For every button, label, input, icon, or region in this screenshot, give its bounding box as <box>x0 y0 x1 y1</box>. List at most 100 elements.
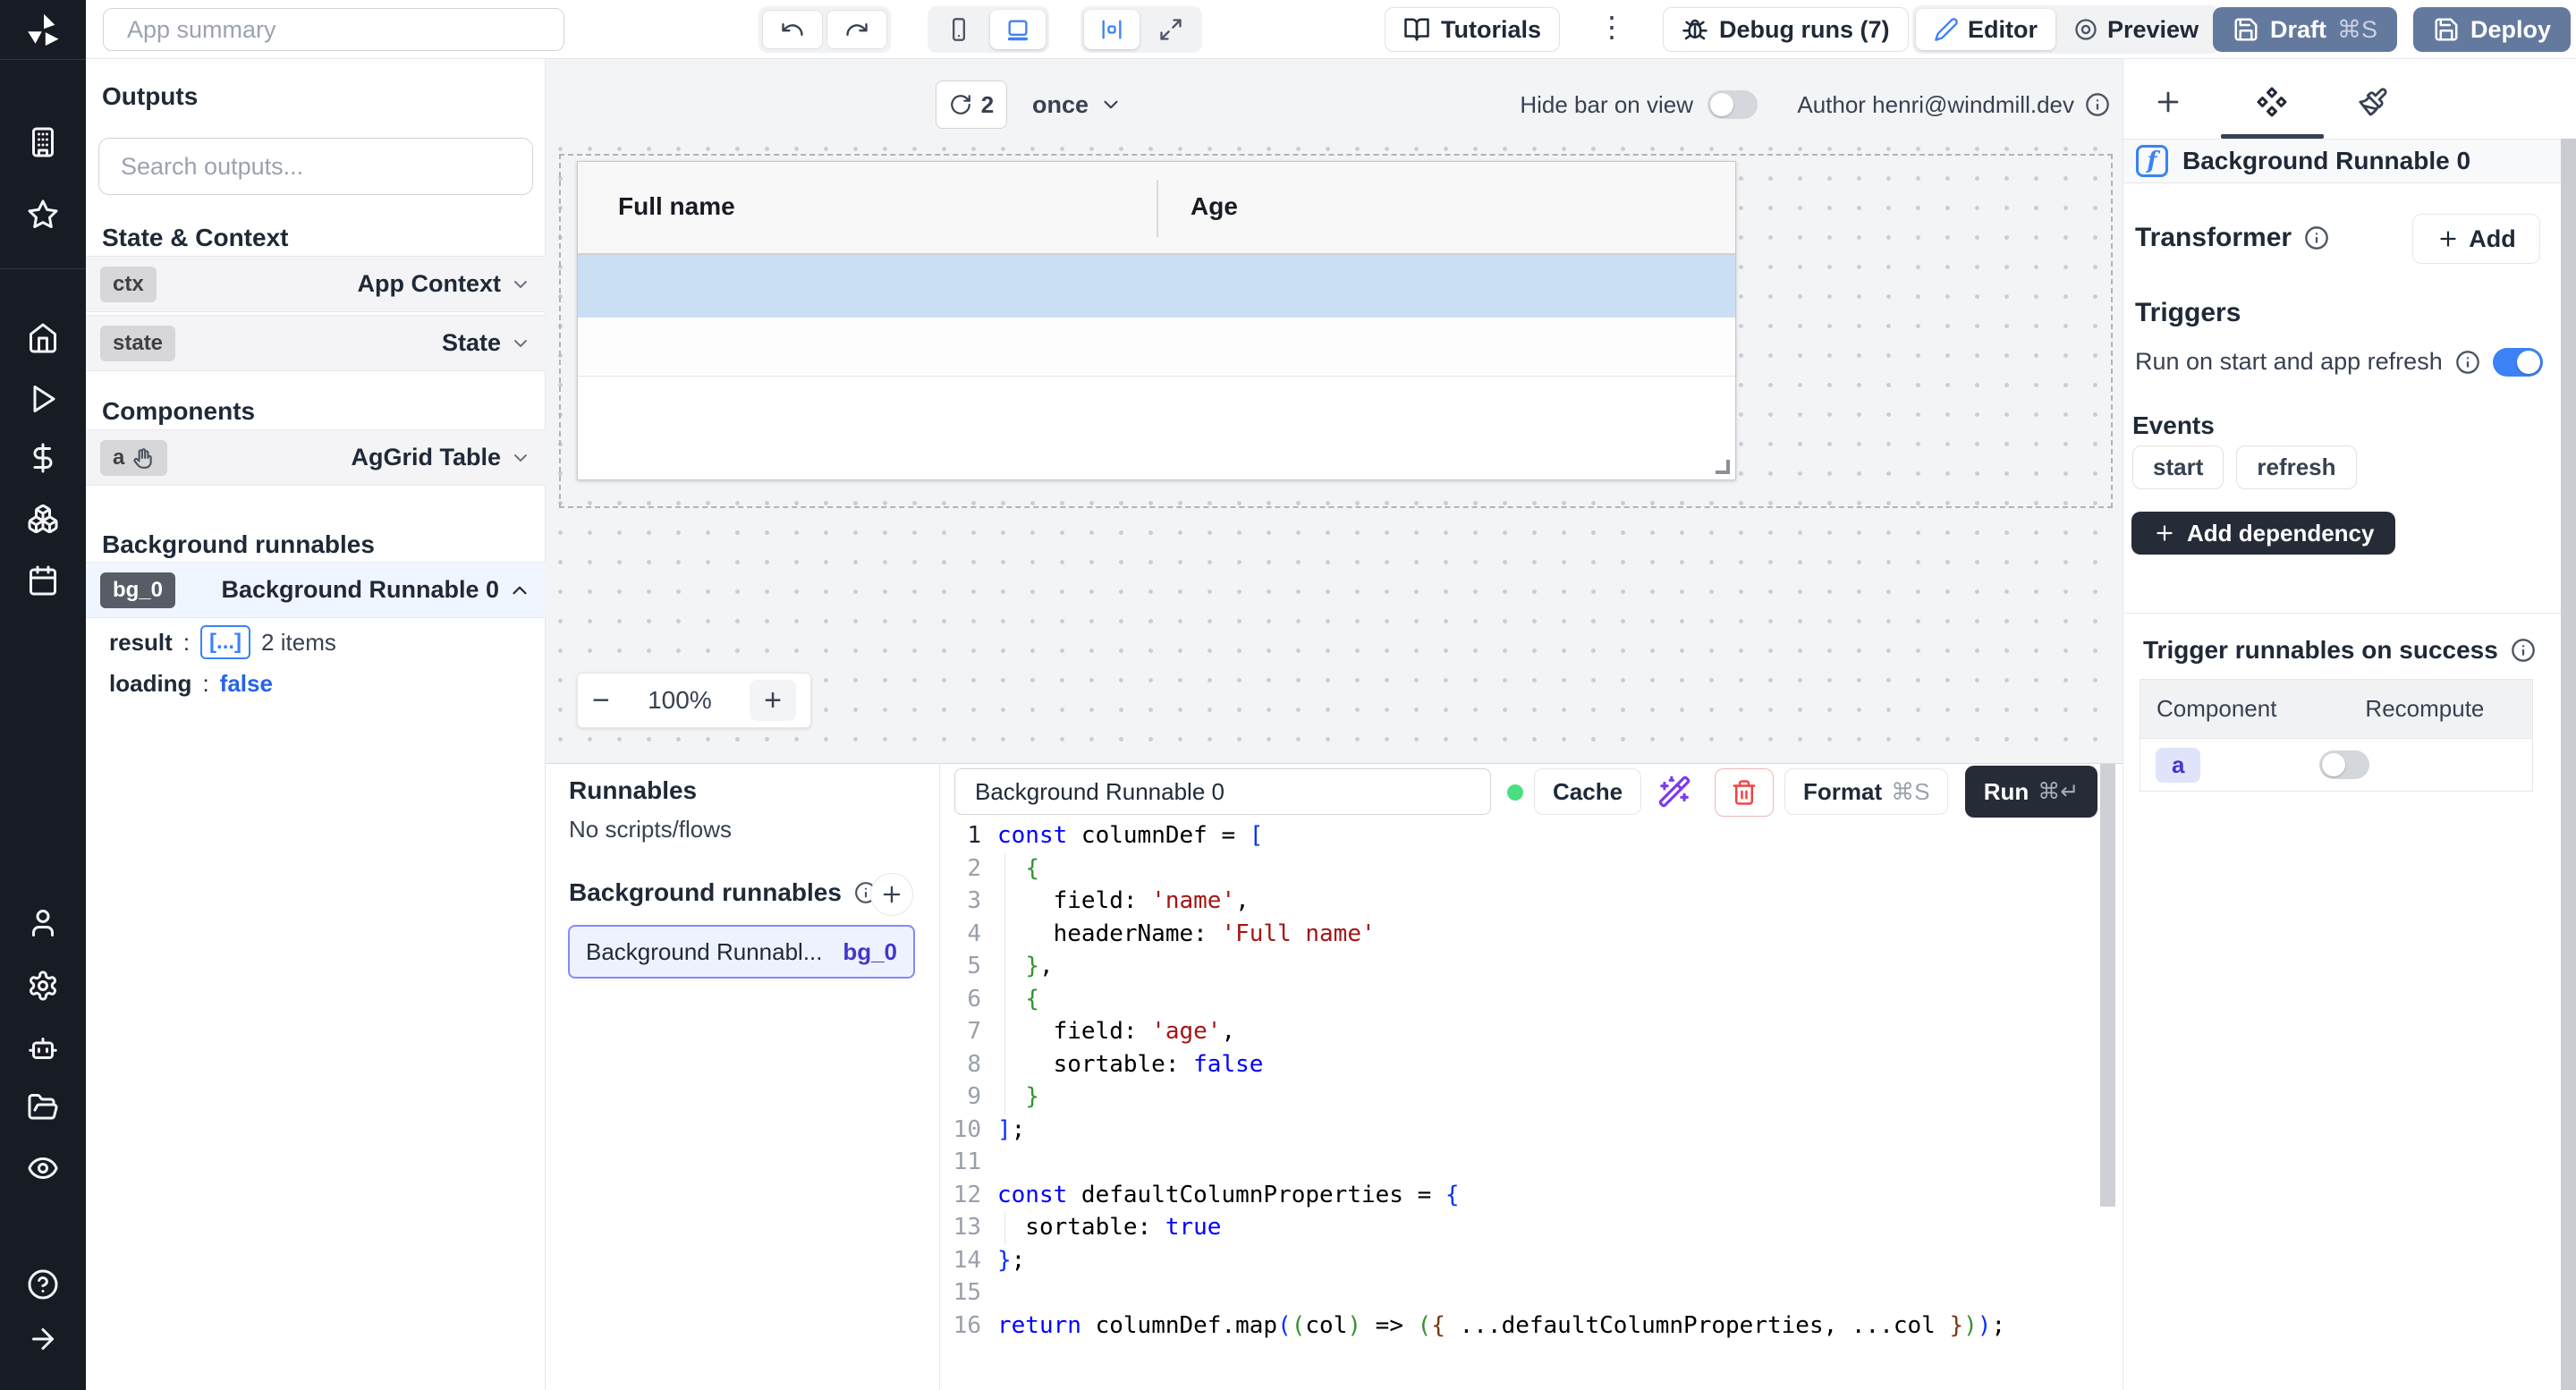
event-chip-refresh[interactable]: refresh <box>2236 445 2356 489</box>
format-button[interactable]: Format ⌘S <box>1784 768 1948 815</box>
output-row-bg0[interactable]: bg_0 Background Runnable 0 <box>86 562 546 618</box>
component-a-chip[interactable]: a <box>2156 748 2200 783</box>
editor-scrollbar[interactable] <box>2100 764 2115 1207</box>
center-align-button[interactable] <box>1084 10 1140 49</box>
sidebar-item-settings[interactable] <box>0 968 86 1004</box>
chevron-down-icon[interactable] <box>510 274 531 295</box>
column-header-fullname[interactable]: Full name <box>618 192 735 221</box>
zoom-out-button[interactable]: − <box>592 683 610 718</box>
code-line[interactable]: 1const columnDef = [ <box>940 819 2097 852</box>
chevron-down-icon[interactable] <box>510 333 531 354</box>
add-transformer-button[interactable]: Add <box>2412 214 2540 264</box>
tutorials-button[interactable]: Tutorials <box>1385 7 1560 52</box>
fullwidth-button[interactable] <box>1143 10 1199 49</box>
run-on-start-toggle[interactable] <box>2493 348 2543 377</box>
code-lines[interactable]: 1const columnDef = [2 {3 field: 'name',4… <box>940 819 2097 1342</box>
sidebar-item-help[interactable] <box>0 1267 86 1302</box>
code-line[interactable]: 11 <box>940 1146 2097 1179</box>
run-button[interactable]: Run ⌘↵ <box>1965 766 2097 818</box>
desktop-view-button[interactable] <box>990 10 1046 49</box>
sidebar-item-home[interactable] <box>0 320 86 356</box>
result-array-badge[interactable]: [...] <box>200 625 250 659</box>
sidebar-item-schedules[interactable] <box>0 563 86 598</box>
bg0-badge: bg_0 <box>100 572 175 608</box>
tab-preview[interactable]: Preview <box>2055 9 2216 50</box>
schedule-dropdown[interactable]: once <box>1032 81 1123 129</box>
sidebar-item-folders[interactable] <box>0 1089 86 1125</box>
code-line[interactable]: 2 { <box>940 852 2097 886</box>
output-row-component-a[interactable]: a AgGrid Table <box>86 429 546 486</box>
sidebar-item-resources[interactable] <box>0 501 86 537</box>
debug-runs-button[interactable]: Debug runs (7) <box>1663 7 1909 52</box>
sidebar-item-audit[interactable] <box>0 1150 86 1186</box>
sidebar-item-users[interactable] <box>0 905 86 941</box>
redo-button[interactable] <box>826 10 887 49</box>
hide-bar-toggle[interactable] <box>1707 90 1758 119</box>
code-line[interactable]: 16return columnDef.map((col) => ({ ...de… <box>940 1309 2097 1343</box>
refresh-count-button[interactable]: 2 <box>936 81 1007 129</box>
code-line[interactable]: 5 }, <box>940 950 2097 983</box>
smartphone-icon <box>946 17 971 42</box>
chevron-down-icon[interactable] <box>510 447 531 469</box>
sidebar-item-ai[interactable] <box>0 1030 86 1066</box>
runnable-name-input[interactable] <box>954 768 1491 815</box>
code-line[interactable]: 3 field: 'name', <box>940 885 2097 918</box>
right-panel-scrollbar[interactable] <box>2561 139 2576 1390</box>
deploy-button[interactable]: Deploy <box>2413 7 2571 52</box>
sidebar-item-favorites[interactable] <box>0 197 86 233</box>
line-number: 15 <box>940 1279 981 1306</box>
cache-button[interactable]: Cache <box>1534 768 1641 815</box>
table-row-selected[interactable] <box>578 255 1735 318</box>
mobile-view-button[interactable] <box>931 10 987 49</box>
code-line[interactable]: 7 field: 'age', <box>940 1015 2097 1048</box>
event-chip-start[interactable]: start <box>2132 445 2224 489</box>
aggrid-table-component[interactable]: Full name Age <box>577 161 1736 480</box>
result-row[interactable]: result : [...] 2 items <box>109 624 336 660</box>
loading-row[interactable]: loading : false <box>109 665 273 701</box>
tab-component-settings[interactable] <box>2247 77 2297 127</box>
output-row-ctx[interactable]: ctx App Context <box>86 256 546 312</box>
code-line[interactable]: 10]; <box>940 1114 2097 1147</box>
add-dependency-button[interactable]: Add dependency <box>2131 512 2395 555</box>
app-canvas[interactable]: 2 once Hide bar on view Author henri@win… <box>546 59 2123 763</box>
background-runnable-list-item[interactable]: Background Runnabl... bg_0 <box>568 925 915 979</box>
windmill-logo-icon[interactable] <box>0 7 86 54</box>
app-summary-input[interactable] <box>103 8 564 51</box>
sidebar-item-workspace[interactable] <box>0 124 86 160</box>
tab-styling[interactable] <box>2348 77 2398 127</box>
code-line[interactable]: 8 sortable: false <box>940 1048 2097 1081</box>
zoom-in-button[interactable]: + <box>750 680 796 721</box>
home-icon <box>27 322 59 354</box>
recompute-toggle[interactable] <box>2319 750 2369 779</box>
info-icon[interactable] <box>2304 225 2329 250</box>
tab-editor[interactable]: Editor <box>1916 9 2055 50</box>
code-line[interactable]: 12const defaultColumnProperties = { <box>940 1179 2097 1212</box>
column-divider[interactable] <box>1157 180 1158 237</box>
resize-handle[interactable] <box>1716 460 1730 474</box>
tab-add-component[interactable] <box>2143 77 2193 127</box>
code-line[interactable]: 4 headerName: 'Full name' <box>940 918 2097 951</box>
sidebar-collapse-button[interactable] <box>0 1321 86 1357</box>
add-background-runnable-button[interactable] <box>870 873 913 916</box>
undo-button[interactable] <box>762 10 823 49</box>
info-icon[interactable] <box>2085 92 2110 117</box>
info-icon[interactable] <box>2511 638 2536 663</box>
chevron-up-icon[interactable] <box>508 579 531 602</box>
code-line[interactable]: 15 <box>940 1276 2097 1309</box>
output-row-state[interactable]: state State <box>86 315 546 371</box>
column-header-age[interactable]: Age <box>1191 192 1238 221</box>
table-row[interactable] <box>578 318 1735 377</box>
sidebar-item-variables[interactable] <box>0 440 86 476</box>
sidebar-item-runs[interactable] <box>0 381 86 417</box>
info-icon[interactable] <box>2455 350 2480 375</box>
delete-runnable-button[interactable] <box>1715 768 1774 817</box>
code-line[interactable]: 13 sortable: true <box>940 1211 2097 1244</box>
components-title: Components <box>102 397 255 426</box>
code-line[interactable]: 6 { <box>940 983 2097 1016</box>
kebab-menu-icon[interactable]: ⋮ <box>1597 13 1626 41</box>
code-line[interactable]: 14}; <box>940 1244 2097 1277</box>
search-outputs-input[interactable] <box>98 138 533 195</box>
draft-button[interactable]: Draft ⌘S <box>2213 7 2397 52</box>
ai-wand-icon[interactable] <box>1657 775 1691 809</box>
code-line[interactable]: 9 } <box>940 1081 2097 1114</box>
